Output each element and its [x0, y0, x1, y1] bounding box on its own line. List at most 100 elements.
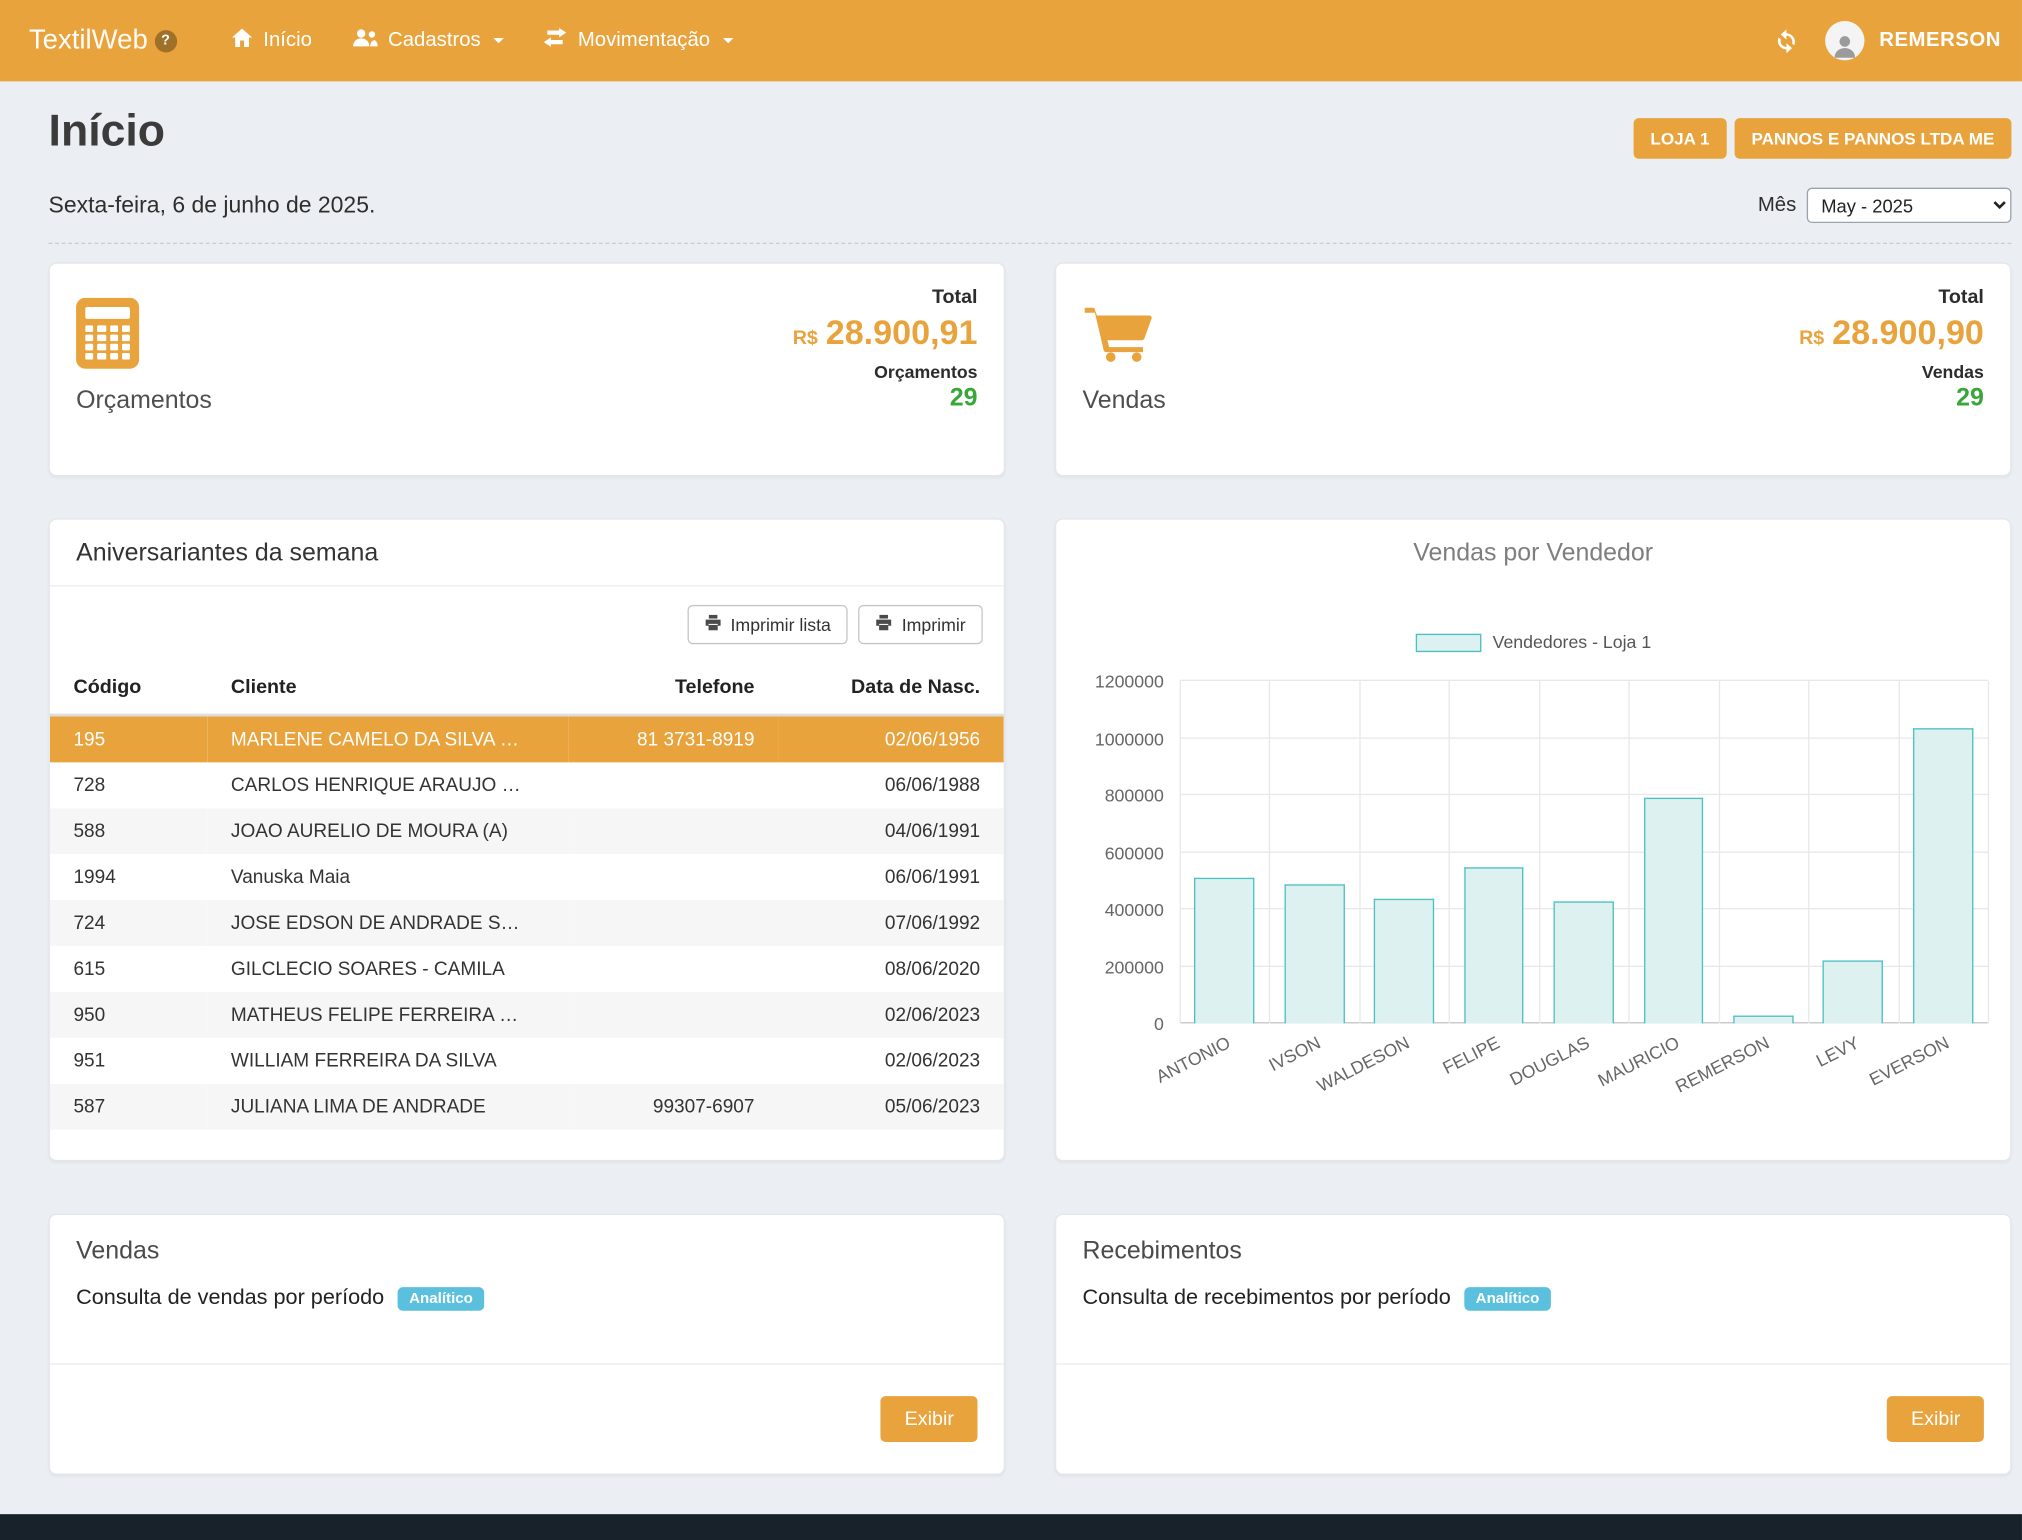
- print-list-button[interactable]: Imprimir lista: [687, 605, 848, 644]
- total-label: Total: [1938, 286, 1984, 308]
- chart-legend[interactable]: Vendedores - Loja 1: [1056, 632, 2010, 652]
- budgets-label: Orçamentos: [76, 387, 212, 416]
- cell-phone: [568, 1038, 778, 1084]
- birthdays-table: Código Cliente Telefone Data de Nasc. 19…: [50, 668, 1004, 1130]
- user-name: REMERSON: [1879, 29, 2001, 53]
- analitico-badge: Analítico: [1464, 1287, 1551, 1311]
- x-tick-label: LEVY: [1813, 1033, 1862, 1071]
- column-header-cliente: Cliente: [207, 668, 568, 715]
- cell-client: MARLENE CAMELO DA SILVA …: [207, 715, 568, 762]
- cell-client: CARLOS HENRIQUE ARAUJO …: [207, 762, 568, 808]
- x-tick-label: REMERSON: [1672, 1033, 1772, 1097]
- y-tick-label: 600000: [1059, 843, 1164, 863]
- nav-item-movimentacao[interactable]: Movimentação: [524, 0, 753, 81]
- month-select[interactable]: May - 2025: [1807, 188, 2012, 223]
- receipts-exibir-button[interactable]: Exibir: [1887, 1396, 1983, 1442]
- store-button[interactable]: LOJA 1: [1633, 118, 1726, 159]
- table-row[interactable]: 615GILCLECIO SOARES - CAMILA08/06/2020: [50, 946, 1004, 992]
- cell-code: 588: [50, 808, 207, 854]
- cell-client: JOAO AURELIO DE MOURA (A): [207, 808, 568, 854]
- gridline-v: [1359, 681, 1360, 1023]
- gridline-h: [1180, 851, 1988, 852]
- y-tick-label: 1200000: [1059, 672, 1164, 692]
- receipts-panel: Recebimentos Consulta de recebimentos po…: [1055, 1214, 2012, 1475]
- receipts-panel-description: Consulta de recebimentos por período: [1082, 1286, 1450, 1311]
- x-tick-label: FELIPE: [1439, 1033, 1502, 1078]
- user-menu[interactable]: REMERSON: [1825, 21, 2001, 60]
- table-row[interactable]: 587JULIANA LIMA DE ANDRADE99307-690705/0…: [50, 1084, 1004, 1130]
- cell-code: 950: [50, 992, 207, 1038]
- date-row: Sexta-feira, 6 de junho de 2025. Mês May…: [49, 188, 2012, 244]
- receipts-panel-title: Recebimentos: [1056, 1215, 2010, 1266]
- sales-panel-title: Vendas: [50, 1215, 1004, 1266]
- table-row[interactable]: 195MARLENE CAMELO DA SILVA …81 3731-8919…: [50, 715, 1004, 762]
- cell-birth: 05/06/2023: [778, 1084, 1004, 1130]
- brand-bold: Textil: [29, 25, 92, 56]
- sales-panel-description: Consulta de vendas por período: [76, 1286, 384, 1311]
- refresh-icon[interactable]: [1774, 28, 1799, 53]
- chart-bar-remerson: [1733, 1015, 1793, 1023]
- brand[interactable]: TextilWeb ?: [29, 25, 177, 56]
- x-tick-label: WALDESON: [1314, 1033, 1413, 1096]
- cell-phone: [568, 854, 778, 900]
- cell-birth: 06/06/1991: [778, 854, 1004, 900]
- total-label: Total: [932, 286, 978, 308]
- table-row[interactable]: 1994Vanuska Maia 06/06/1991: [50, 854, 1004, 900]
- nav-item-cadastros[interactable]: Cadastros: [332, 0, 524, 81]
- budgets-count: 29: [950, 384, 978, 413]
- gridline-h: [1180, 680, 1988, 681]
- cell-birth: 02/06/2023: [778, 992, 1004, 1038]
- sales-exibir-button[interactable]: Exibir: [881, 1396, 977, 1442]
- column-header-codigo: Código: [50, 668, 207, 715]
- gridline-v: [1539, 681, 1540, 1023]
- sales-panel: Vendas Consulta de vendas por período An…: [49, 1214, 1006, 1475]
- print-button[interactable]: Imprimir: [858, 605, 982, 644]
- chart-bar-ivson: [1284, 884, 1344, 1023]
- brand-light: Web: [92, 25, 148, 56]
- table-row[interactable]: 950MATHEUS FELIPE FERREIRA … 02/06/2023: [50, 992, 1004, 1038]
- gridline-v: [1898, 681, 1899, 1023]
- gridline-h: [1180, 737, 1988, 738]
- legend-label: Vendedores - Loja 1: [1493, 632, 1652, 652]
- cell-phone: [568, 992, 778, 1038]
- company-button[interactable]: PANNOS E PANNOS LTDA ME: [1734, 118, 2011, 159]
- navbar-right: REMERSON: [1774, 21, 2001, 60]
- budgets-summary-card: Orçamentos Total R$28.900,91 Orçamentos …: [49, 262, 1006, 476]
- cell-birth: 06/06/1988: [778, 762, 1004, 808]
- nav-item-inicio[interactable]: Início: [211, 0, 332, 81]
- cell-phone: [568, 900, 778, 946]
- x-tick-label: ANTONIO: [1153, 1033, 1234, 1087]
- cell-code: 1994: [50, 854, 207, 900]
- cell-client: MATHEUS FELIPE FERREIRA …: [207, 992, 568, 1038]
- cell-birth: 07/06/1992: [778, 900, 1004, 946]
- printer-icon: [875, 614, 892, 635]
- chart-bar-waldeson: [1374, 899, 1434, 1024]
- cell-client: JOSE EDSON DE ANDRADE S…: [207, 900, 568, 946]
- birthdays-card: Aniversariantes da semana Imprimir lista…: [49, 518, 1006, 1161]
- table-row[interactable]: 951WILLIAM FERREIRA DA SILVA02/06/2023: [50, 1038, 1004, 1084]
- cart-icon: [1082, 298, 1165, 369]
- y-tick-label: 400000: [1059, 900, 1164, 920]
- table-row[interactable]: 728CARLOS HENRIQUE ARAUJO …06/06/1988: [50, 762, 1004, 808]
- x-tick-label: IVSON: [1265, 1033, 1323, 1076]
- cell-phone: 81 3731-8919: [568, 715, 778, 762]
- chart-bar-felipe: [1464, 867, 1524, 1023]
- cell-client: Vanuska Maia: [207, 854, 568, 900]
- gridline-v: [1269, 681, 1270, 1023]
- help-icon[interactable]: ?: [154, 30, 176, 52]
- table-row[interactable]: 724JOSE EDSON DE ANDRADE S…07/06/1992: [50, 900, 1004, 946]
- y-tick-label: 800000: [1059, 786, 1164, 806]
- sales-total-amount: R$28.900,90: [1799, 312, 1984, 353]
- budgets-count-label: Orçamentos: [874, 362, 977, 382]
- cell-birth: 08/06/2020: [778, 946, 1004, 992]
- chevron-down-icon: [723, 38, 733, 43]
- cell-phone: [568, 808, 778, 854]
- cell-birth: 02/06/2023: [778, 1038, 1004, 1084]
- cell-client: GILCLECIO SOARES - CAMILA: [207, 946, 568, 992]
- chart-bar-mauricio: [1643, 798, 1703, 1024]
- chart-bar-douglas: [1554, 901, 1614, 1023]
- table-row[interactable]: 588JOAO AURELIO DE MOURA (A)04/06/1991: [50, 808, 1004, 854]
- cell-phone: 99307-6907: [568, 1084, 778, 1130]
- cell-code: 951: [50, 1038, 207, 1084]
- x-tick-label: DOUGLAS: [1507, 1033, 1593, 1090]
